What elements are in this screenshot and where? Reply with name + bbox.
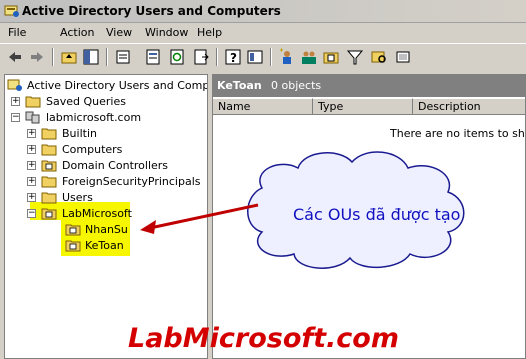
watermark: LabMicrosoft.com: [128, 323, 399, 354]
arrow-icon: [140, 203, 259, 234]
callout-text: Các OUs đã được tạo: [293, 205, 461, 224]
callout-overlay: [140, 151, 465, 269]
